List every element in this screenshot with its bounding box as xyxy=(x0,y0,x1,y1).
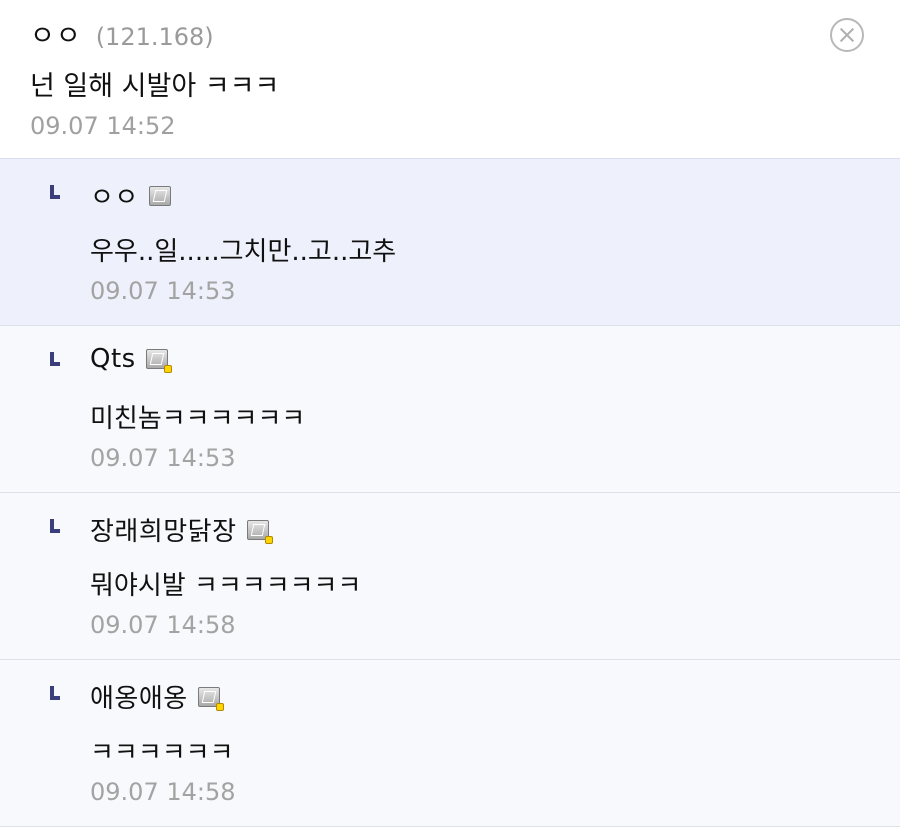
reply-timestamp: 09.07 14:53 xyxy=(90,444,236,472)
reply-timestamp: 09.07 14:58 xyxy=(90,611,236,639)
reply-body: 미친놈ㅋㅋㅋㅋㅋㅋ xyxy=(90,404,306,434)
reply-author[interactable]: ㅇㅇ xyxy=(90,177,139,214)
reply-author-line: 장래희망닭장 xyxy=(90,511,273,548)
reply-body: ㅋㅋㅋㅋㅋㅋ xyxy=(90,738,234,768)
comment-author[interactable]: ㅇㅇ xyxy=(30,14,82,53)
reply-arrow-icon xyxy=(50,519,60,533)
fixed-nick-icon xyxy=(145,349,172,373)
reply-author[interactable]: 장래희망닭장 xyxy=(90,511,237,548)
reply-author-line: Qts xyxy=(90,344,172,374)
fixed-nick-icon xyxy=(246,519,273,544)
reply-item: ㅇㅇ 우우..일.....그치만..고..고추 09.07 14:53 xyxy=(0,159,900,326)
reply-author[interactable]: Qts xyxy=(90,344,136,374)
reply-author-line: ㅇㅇ xyxy=(90,177,171,214)
reply-item: 장래희망닭장 뭐야시발 ㅋㅋㅋㅋㅋㅋㅋ 09.07 14:58 xyxy=(0,493,900,660)
fixed-nick-icon xyxy=(197,686,224,711)
reply-body: 뭐야시발 ㅋㅋㅋㅋㅋㅋㅋ xyxy=(90,571,362,601)
reply-timestamp: 09.07 14:58 xyxy=(90,778,236,806)
reply-item: 애옹애옹 ㅋㅋㅋㅋㅋㅋ 09.07 14:58 xyxy=(0,660,900,827)
reply-item: Qts 미친놈ㅋㅋㅋㅋㅋㅋ 09.07 14:53 xyxy=(0,326,900,493)
reply-timestamp: 09.07 14:53 xyxy=(90,277,236,305)
reply-author-line: 애옹애옹 xyxy=(90,678,224,715)
reply-arrow-icon xyxy=(50,686,60,700)
reply-body: 우우..일.....그치만..고..고추 xyxy=(90,237,397,267)
reply-arrow-icon xyxy=(50,185,60,199)
comment-author-line: ㅇㅇ (121.168) xyxy=(30,14,214,53)
main-comment: ㅇㅇ (121.168) 넌 일해 시발아 ㅋㅋㅋ 09.07 14:52 xyxy=(0,0,900,159)
comment-ip: (121.168) xyxy=(95,23,214,51)
reply-arrow-icon xyxy=(50,352,60,366)
comment-timestamp: 09.07 14:52 xyxy=(30,112,176,140)
close-icon[interactable] xyxy=(830,18,864,52)
comment-body: 넌 일해 시발아 ㅋㅋㅋ xyxy=(30,71,280,102)
fluid-nick-icon xyxy=(148,185,171,206)
reply-author[interactable]: 애옹애옹 xyxy=(90,678,188,715)
